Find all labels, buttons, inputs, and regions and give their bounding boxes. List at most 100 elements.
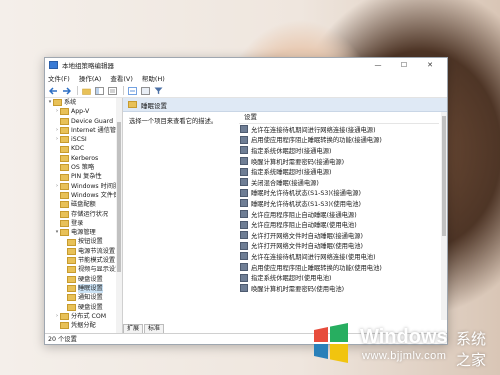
- tree-item[interactable]: › iSCSI: [45, 135, 122, 144]
- settings-column-header[interactable]: 设置: [239, 112, 439, 124]
- setting-label: 指定系统睡眠超时(接通电源): [251, 169, 332, 177]
- policy-setting-icon: [240, 178, 248, 187]
- setting-row[interactable]: 指定系统休眠超时(使用电池): [239, 272, 439, 283]
- policy-setting-icon: [240, 231, 248, 240]
- setting-row[interactable]: 启用使应用程序阻止睡眠转换的功能(接通电源): [239, 135, 439, 146]
- maximize-button[interactable]: ☐: [391, 61, 417, 69]
- tree-item-label: Device Guard: [71, 117, 113, 125]
- tree-item[interactable]: 硬盘设置: [45, 275, 122, 284]
- export-icon[interactable]: [107, 86, 118, 96]
- policy-setting-icon: [240, 146, 248, 155]
- setting-row[interactable]: 允许应用程序阻止自动睡眠(接通电源): [239, 209, 439, 220]
- up-folder-icon[interactable]: [81, 86, 92, 96]
- tree-item-label: Windows 时间服: [71, 182, 120, 190]
- forward-arrow-icon[interactable]: [61, 86, 72, 96]
- setting-row[interactable]: 允许在连接待机期间进行网络连接(使用电池): [239, 251, 439, 262]
- tree-item[interactable]: 视频与显示设置: [45, 265, 122, 274]
- folder-icon: [60, 136, 69, 144]
- tree-item[interactable]: KDC: [45, 144, 122, 153]
- policy-setting-icon: [240, 125, 248, 134]
- close-button[interactable]: ✕: [417, 61, 443, 69]
- tree-item-label: 电源管理: [71, 229, 96, 237]
- show-hide-tree-icon[interactable]: [94, 86, 105, 96]
- policy-setting-icon: [240, 167, 248, 176]
- policy-setting-icon: [240, 210, 248, 219]
- tree-item[interactable]: › Internet 通信管: [45, 126, 122, 135]
- setting-row[interactable]: 唤醒计算机时需要密码(使用电池): [239, 283, 439, 294]
- tree-item[interactable]: ▾ 系统: [45, 98, 122, 107]
- setting-row[interactable]: 唤醒计算机时需要密码(接通电源): [239, 156, 439, 167]
- tree-item[interactable]: 按钮设置: [45, 237, 122, 246]
- tree-item[interactable]: OS 策略: [45, 163, 122, 172]
- minimize-button[interactable]: —: [365, 61, 391, 69]
- setting-row[interactable]: 允许打开网络文件时自动睡眠(使用电池): [239, 241, 439, 252]
- help-icon[interactable]: [127, 86, 138, 96]
- setting-row[interactable]: 关闭混合睡眠(接通电源): [239, 177, 439, 188]
- policy-setting-icon: [240, 273, 248, 282]
- folder-icon: [53, 99, 62, 107]
- properties-icon[interactable]: [140, 86, 151, 96]
- tree-item[interactable]: 凭据分配: [45, 321, 122, 330]
- tree-item[interactable]: Windows 文件保: [45, 191, 122, 200]
- policy-setting-icon: [240, 157, 248, 166]
- setting-label: 指定系统休眠超时(使用电池): [251, 275, 332, 283]
- policy-setting-icon: [240, 188, 248, 197]
- tree-item[interactable]: PIN 复杂性: [45, 172, 122, 181]
- tree-item-label: Windows 文件保: [71, 191, 120, 199]
- setting-row[interactable]: 睡眠时允许待机状态(S1-S3)(使用电池): [239, 198, 439, 209]
- tree-item-label: OS 策略: [71, 164, 95, 172]
- tree-item-label: 节能模式设置: [78, 257, 116, 265]
- setting-row[interactable]: 允许打开网络文件时自动睡眠(接通电源): [239, 230, 439, 241]
- folder-icon: [60, 192, 69, 200]
- folder-icon: [67, 294, 76, 302]
- tree-item[interactable]: 通知设置: [45, 293, 122, 302]
- setting-row[interactable]: 睡眠时允许待机状态(S1-S3)(接通电源): [239, 188, 439, 199]
- setting-row[interactable]: 启用使应用程序阻止睡眠转换的功能(使用电池): [239, 262, 439, 273]
- folder-icon: [60, 127, 69, 135]
- tree-item[interactable]: › Windows 时间服: [45, 182, 122, 191]
- tree-item-label: 存储运行状况: [71, 210, 109, 218]
- tree-item[interactable]: 存储运行状况: [45, 210, 122, 219]
- tree-item[interactable]: Kerberos: [45, 154, 122, 163]
- folder-icon: [67, 275, 76, 283]
- setting-row[interactable]: 允许应用程序阻止自动睡眠(使用电池): [239, 219, 439, 230]
- menu-help[interactable]: 帮助(H): [142, 73, 165, 83]
- tree-item[interactable]: › App-V: [45, 107, 122, 116]
- tab-extended[interactable]: 扩展: [123, 324, 144, 333]
- menu-file[interactable]: 文件(F): [48, 73, 70, 83]
- menu-action[interactable]: 操作(A): [79, 73, 102, 83]
- filter-icon[interactable]: [153, 86, 164, 96]
- tree-item[interactable]: 睡眠设置: [45, 283, 122, 294]
- tree-item[interactable]: 节能模式设置: [45, 256, 122, 265]
- tree-item-label: 系统: [64, 99, 77, 106]
- tree-item-label: iSCSI: [71, 136, 87, 144]
- tree-item[interactable]: 硬盘设置: [45, 303, 122, 312]
- scrollbar-thumb[interactable]: [442, 116, 446, 236]
- setting-label: 启用使应用程序阻止睡眠转换的功能(使用电池): [251, 264, 382, 272]
- back-arrow-icon[interactable]: [48, 86, 59, 96]
- tab-standard[interactable]: 标准: [144, 324, 165, 333]
- setting-row[interactable]: 指定系统休眠超时(接通电源): [239, 145, 439, 156]
- tree-item-label: 分布式 COM: [71, 312, 107, 320]
- tree-item[interactable]: 登录: [45, 219, 122, 228]
- watermark: Windows 系统之家 www.bjjmlv.com: [308, 320, 498, 369]
- tree-item-label: 硬盘设置: [78, 275, 103, 283]
- main-content: ▾ 系统 › App-V Device Guard › Internet 通信管 › iSCSI…: [45, 98, 447, 333]
- folder-icon: [60, 201, 69, 209]
- scrollbar-thumb[interactable]: [117, 122, 121, 272]
- tree-scrollbar[interactable]: [116, 98, 122, 333]
- title-bar[interactable]: 本地组策略编辑器 — ☐ ✕: [45, 58, 447, 72]
- tree-item[interactable]: 电源节流设置: [45, 247, 122, 256]
- tree-item-label: 凭据分配: [71, 322, 96, 330]
- tree-item-label: App-V: [71, 108, 90, 116]
- settings-list: 设置 允许在连接待机期间进行网络连接(接通电源) 启用使应用程序阻止睡眠转换的功能…: [239, 112, 439, 294]
- tree-item[interactable]: Device Guard: [45, 117, 122, 126]
- tree-item[interactable]: 磁盘配额: [45, 200, 122, 209]
- tree-item[interactable]: ▾ 电源管理: [45, 228, 122, 237]
- settings-scrollbar[interactable]: [441, 112, 447, 320]
- menu-view[interactable]: 查看(V): [110, 73, 133, 83]
- setting-row[interactable]: 指定系统睡眠超时(接通电源): [239, 166, 439, 177]
- tree-item-label: 通知设置: [78, 294, 103, 302]
- setting-row[interactable]: 允许在连接待机期间进行网络连接(接通电源): [239, 124, 439, 135]
- tree-item[interactable]: › 分布式 COM: [45, 312, 122, 321]
